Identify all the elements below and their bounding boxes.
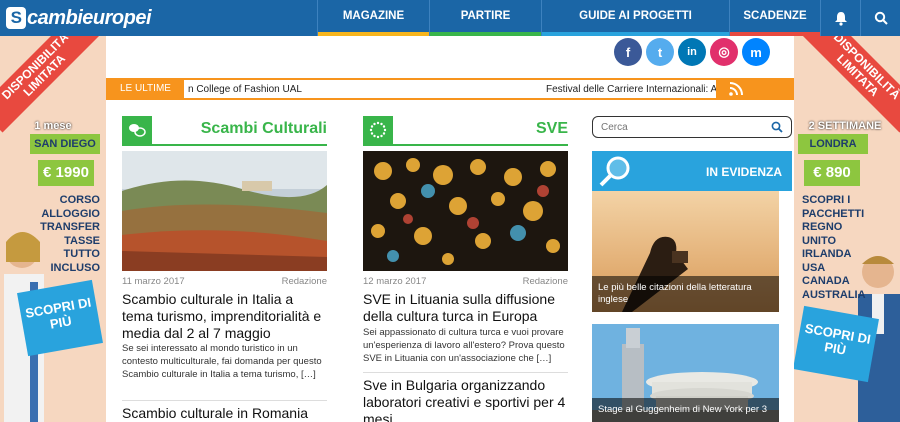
ad-city: SAN DIEGO xyxy=(30,134,100,154)
nav-partire-label: PARTIRE xyxy=(460,10,511,22)
ad-features: CORSO ALLOGGIO TRANSFER TASSE TUTTO INCL… xyxy=(28,194,100,275)
logo-text: cambieuropei xyxy=(27,6,152,29)
ad-feature: INCLUSO xyxy=(50,261,101,274)
search-icon xyxy=(874,11,888,25)
ad-feature: TUTTO xyxy=(63,248,100,260)
logo-mark: S xyxy=(6,7,26,29)
article-excerpt: Sei appassionato di cultura turca e vuoi… xyxy=(363,327,565,364)
ad-feature: USA xyxy=(802,261,826,274)
ad-duration: 2 SETTIMANE xyxy=(808,120,882,132)
section-title[interactable]: SVE xyxy=(536,120,568,138)
ad-feature: SCOPRI I xyxy=(802,194,851,206)
ticker-label: LE ULTIME xyxy=(120,83,171,94)
featured-caption[interactable]: Stage al Guggenheim di New York per 3 xyxy=(592,398,779,422)
nav-magazine-label: MAGAZINE xyxy=(342,10,405,22)
facebook-icon[interactable]: f xyxy=(614,38,642,66)
nav-guide-ai-progetti[interactable]: GUIDE AI PROGETTI xyxy=(541,0,729,36)
nav-magazine[interactable]: MAGAZINE xyxy=(317,0,429,36)
linkedin-icon[interactable]: in xyxy=(678,38,706,66)
search-icon[interactable] xyxy=(771,121,783,133)
magnifier-icon xyxy=(599,156,630,187)
ad-feature: ALLOGGIO xyxy=(41,207,100,220)
nav-partire[interactable]: PARTIRE xyxy=(429,0,541,36)
eu-stars-icon xyxy=(363,116,393,144)
top-navbar: S cambieuropei MAGAZINE PARTIRE GUIDE AI… xyxy=(0,0,900,36)
in-evidenza-title: IN EVIDENZA xyxy=(705,165,782,179)
bell-icon xyxy=(834,11,847,26)
rss-icon[interactable] xyxy=(728,81,744,97)
ad-feature: TASSE xyxy=(64,234,100,247)
nav-bar-guide xyxy=(542,32,729,36)
nav-scadenze-label: SCADENZE xyxy=(743,10,807,22)
ad-feature: TRANSFER xyxy=(40,221,100,233)
ad-cta-button[interactable]: SCOPRI DI PIÙ xyxy=(17,279,103,357)
ad-feature: AUSTRALIA xyxy=(802,288,866,301)
nav-bar-magazine xyxy=(318,32,429,36)
availability-ribbon: DISPONIBILITÀ LIMITATA xyxy=(0,36,102,133)
ad-duration: 1 mese xyxy=(34,120,72,132)
article-author[interactable]: Redazione xyxy=(523,276,568,287)
article-title[interactable]: Scambio culturale in Italia a tema turis… xyxy=(122,291,327,342)
chat-bubbles-icon xyxy=(122,116,152,144)
section-header-sve[interactable]: SVE xyxy=(363,116,568,146)
notifications-button[interactable] xyxy=(820,0,860,36)
ad-cta-button[interactable]: SCOPRI DI PIÙ xyxy=(794,305,879,383)
ad-features: SCOPRI I PACCHETTI REGNO UNITO IRLANDA U… xyxy=(802,194,874,302)
featured-card[interactable]: Le più belle citazioni della letteratura… xyxy=(592,191,779,312)
article-thumbnail-vineyard[interactable] xyxy=(122,151,327,271)
article-title[interactable]: Scambio culturale in Romania xyxy=(122,405,327,422)
site-logo[interactable]: S cambieuropei xyxy=(6,4,152,32)
article-title[interactable]: Sve in Bulgaria organizzando laboratori … xyxy=(363,377,568,422)
ad-feature: CORSO xyxy=(59,194,100,206)
divider xyxy=(122,400,327,401)
ad-feature: UNITO xyxy=(802,234,837,247)
article-date: 11 marzo 2017 xyxy=(122,276,185,287)
ad-feature: CANADA xyxy=(802,275,850,287)
twitter-icon[interactable]: t xyxy=(646,38,674,66)
ticker-item[interactable]: Festival delle Carriere Internazionali: … xyxy=(546,84,716,95)
availability-ribbon: DISPONIBILITÀ LIMITATA xyxy=(800,36,900,133)
search-box[interactable] xyxy=(592,116,792,138)
ad-feature: REGNO xyxy=(802,221,843,233)
search-input[interactable] xyxy=(601,120,761,134)
in-evidenza-header: IN EVIDENZA xyxy=(592,151,792,191)
ad-price: € 1990 xyxy=(38,160,94,186)
featured-card[interactable]: Stage al Guggenheim di New York per 3 xyxy=(592,324,779,422)
section-title[interactable]: Scambi Culturali xyxy=(201,120,327,138)
instagram-icon[interactable]: ◎ xyxy=(710,38,738,66)
article-meta: 12 marzo 2017 Redazione xyxy=(363,276,568,288)
ticker-text-box[interactable]: n College of Fashion UAL Festival delle … xyxy=(184,80,716,98)
article-author[interactable]: Redazione xyxy=(282,276,327,287)
article-title[interactable]: SVE in Lituania sulla diffusione della c… xyxy=(363,291,568,325)
left-ad-banner[interactable]: DISPONIBILITÀ LIMITATA 1 mese SAN DIEGO … xyxy=(0,36,106,422)
ad-price: € 890 xyxy=(804,160,860,186)
page: S cambieuropei MAGAZINE PARTIRE GUIDE AI… xyxy=(0,0,900,422)
article-excerpt: Se sei interessato al mondo turistico in… xyxy=(122,343,322,380)
nav-scadenze[interactable]: SCADENZE xyxy=(729,0,820,36)
header-search-button[interactable] xyxy=(860,0,900,36)
ad-city: LONDRA xyxy=(798,134,868,154)
article-meta: 11 marzo 2017 Redazione xyxy=(122,276,327,288)
news-ticker: LE ULTIME n College of Fashion UAL Festi… xyxy=(106,78,794,100)
article-date: 12 marzo 2017 xyxy=(363,276,427,287)
nav-guide-label: GUIDE AI PROGETTI xyxy=(579,10,692,22)
ad-feature: PACCHETTI xyxy=(802,207,865,220)
article-thumbnail-lamps[interactable] xyxy=(363,151,568,271)
section-header-scambi[interactable]: Scambi Culturali xyxy=(122,116,327,146)
nav-bar-partire xyxy=(430,32,541,36)
divider xyxy=(363,372,568,373)
featured-caption[interactable]: Le più belle citazioni della letteratura… xyxy=(592,276,779,312)
right-ad-banner[interactable]: DISPONIBILITÀ LIMITATA 2 SETTIMANE LONDR… xyxy=(794,36,900,422)
messenger-icon[interactable]: m xyxy=(742,38,770,66)
ad-feature: IRLANDA xyxy=(802,248,852,260)
ticker-item[interactable]: n College of Fashion UAL xyxy=(188,84,302,95)
